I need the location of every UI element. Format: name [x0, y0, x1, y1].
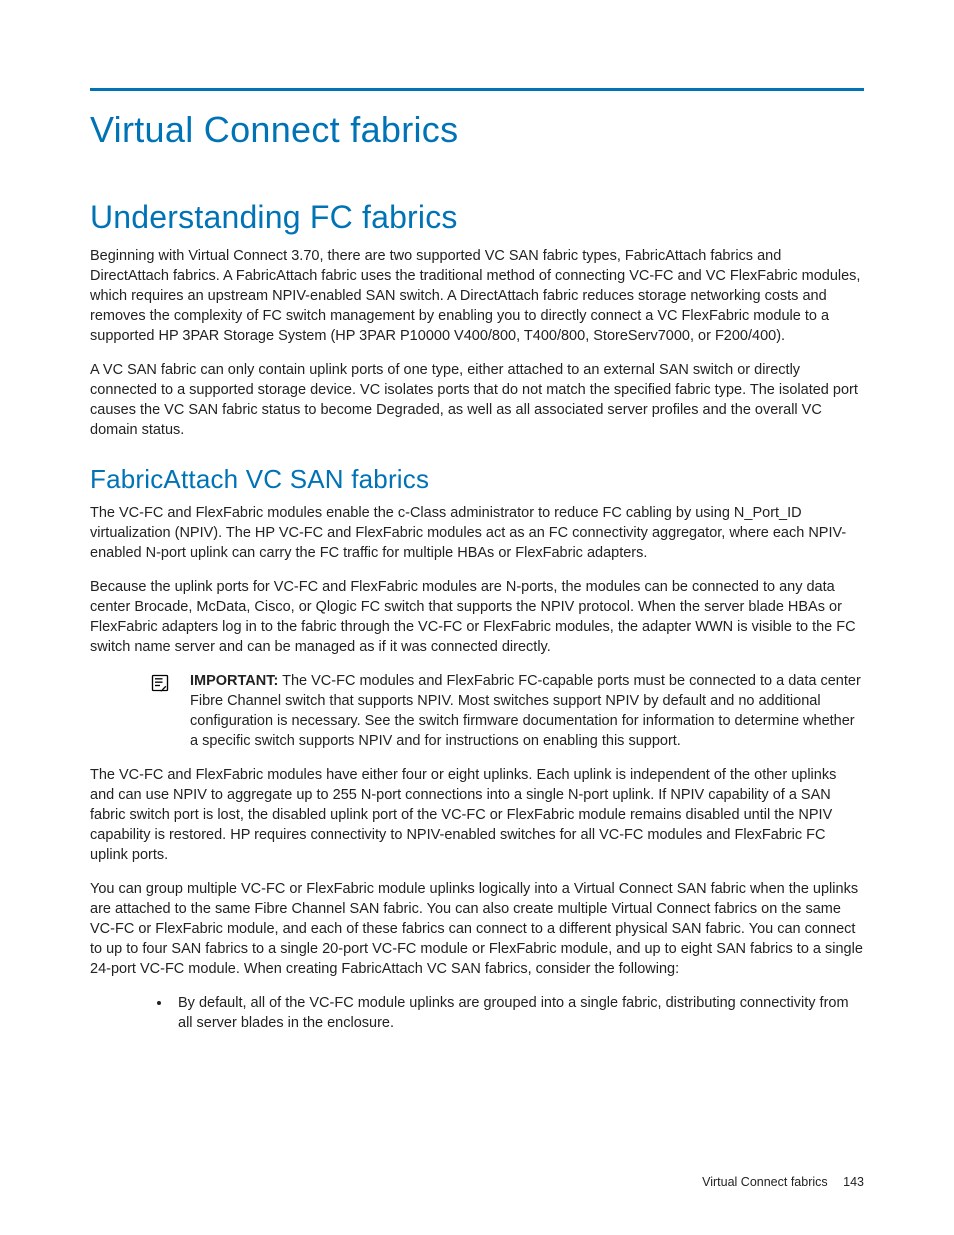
- important-text: IMPORTANT: The VC-FC modules and FlexFab…: [190, 671, 864, 751]
- paragraph: You can group multiple VC-FC or FlexFabr…: [90, 879, 864, 979]
- bullet-list: By default, all of the VC-FC module upli…: [150, 993, 864, 1033]
- list-item: By default, all of the VC-FC module upli…: [172, 993, 864, 1033]
- page-footer: Virtual Connect fabrics 143: [702, 1175, 864, 1189]
- page-number: 143: [843, 1175, 864, 1189]
- section-heading-understanding-fc-fabrics: Understanding FC fabrics: [90, 199, 864, 236]
- important-label: IMPORTANT:: [190, 673, 278, 689]
- note-icon: [150, 671, 190, 698]
- document-page: Virtual Connect fabrics Understanding FC…: [0, 0, 954, 1235]
- top-rule: [90, 88, 864, 91]
- paragraph: Because the uplink ports for VC-FC and F…: [90, 577, 864, 657]
- page-title: Virtual Connect fabrics: [90, 109, 864, 151]
- subsection-heading-fabricattach: FabricAttach VC SAN fabrics: [90, 464, 864, 495]
- paragraph: A VC SAN fabric can only contain uplink …: [90, 360, 864, 440]
- important-note: IMPORTANT: The VC-FC modules and FlexFab…: [150, 671, 864, 751]
- paragraph: The VC-FC and FlexFabric modules enable …: [90, 503, 864, 563]
- paragraph: Beginning with Virtual Connect 3.70, the…: [90, 246, 864, 346]
- footer-title: Virtual Connect fabrics: [702, 1175, 828, 1189]
- paragraph: The VC-FC and FlexFabric modules have ei…: [90, 765, 864, 865]
- important-body: The VC-FC modules and FlexFabric FC-capa…: [190, 673, 861, 749]
